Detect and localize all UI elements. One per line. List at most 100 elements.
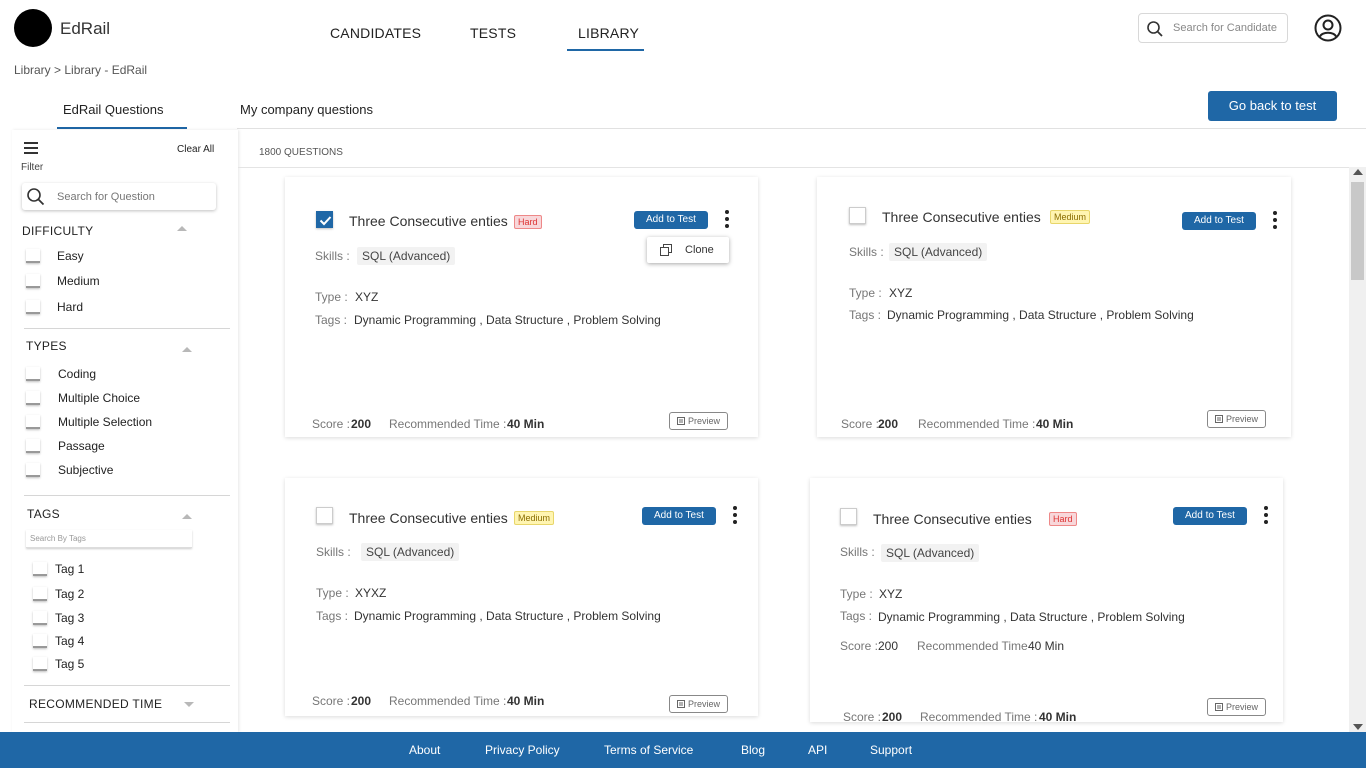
recommended-time-section-title: RECOMMENDED TIME xyxy=(29,697,163,711)
go-back-to-test-button[interactable]: Go back to test xyxy=(1208,91,1337,121)
question-search-input[interactable]: Search for Question xyxy=(22,183,216,210)
type-coding-checkbox[interactable] xyxy=(26,367,40,381)
tab-company-questions[interactable]: My company questions xyxy=(240,102,373,117)
question-select-checkbox[interactable] xyxy=(316,507,333,524)
logo-text[interactable]: EdRail xyxy=(60,19,110,39)
filter-sidebar: Filter Clear All Search for Question DIF… xyxy=(12,130,238,732)
tags-collapse-icon[interactable] xyxy=(182,514,192,519)
question-select-checkbox[interactable] xyxy=(316,211,333,228)
footer-link-terms-of-service[interactable]: Terms of Service xyxy=(604,743,693,757)
main-scrollbar[interactable] xyxy=(1349,167,1366,732)
add-to-test-button[interactable]: Add to Test xyxy=(1182,212,1256,230)
nav-tests[interactable]: TESTS xyxy=(470,25,516,41)
skill-chip: SQL (Advanced) xyxy=(357,247,456,265)
types-collapse-icon[interactable] xyxy=(182,347,192,352)
tag-5-checkbox[interactable] xyxy=(33,657,47,671)
add-to-test-button[interactable]: Add to Test xyxy=(642,507,716,525)
candidate-search-input[interactable]: Search for Candidate xyxy=(1138,13,1288,43)
footer-link-api[interactable]: API xyxy=(808,743,827,757)
scroll-up-arrow-icon[interactable] xyxy=(1353,169,1363,175)
footer-link-privacy-policy[interactable]: Privacy Policy xyxy=(485,743,560,757)
score-label: Score : xyxy=(841,417,880,431)
preview-button[interactable]: Preview xyxy=(669,695,729,713)
question-card[interactable]: Three Consecutive enties Hard Add to Tes… xyxy=(810,478,1283,724)
clone-menu[interactable]: Clone xyxy=(647,237,729,263)
logo-icon[interactable] xyxy=(14,9,52,47)
user-account-icon[interactable] xyxy=(1314,14,1342,47)
recommended-time-value: 40 Min xyxy=(507,694,545,708)
footer-link-support[interactable]: Support xyxy=(870,743,912,757)
difficulty-medium-checkbox[interactable] xyxy=(26,274,40,288)
more-options-icon[interactable] xyxy=(724,210,730,230)
skills-label: Skills : xyxy=(840,545,875,559)
recommended-time-label: Recommended Time : xyxy=(389,694,507,708)
score-label: Score : xyxy=(840,639,879,653)
document-icon xyxy=(677,417,685,425)
question-title[interactable]: Three Consecutive enties xyxy=(349,510,508,526)
type-subjective-label: Subjective xyxy=(58,463,114,477)
more-options-icon[interactable] xyxy=(1263,506,1269,526)
clear-all-button[interactable]: Clear All xyxy=(177,144,214,155)
more-options-icon[interactable] xyxy=(732,506,738,526)
recommended-time-expand-icon[interactable] xyxy=(184,702,194,707)
breadcrumb[interactable]: Library > Library - EdRail xyxy=(14,63,147,77)
preview-label: Preview xyxy=(688,416,721,426)
preview-button[interactable]: Preview xyxy=(669,412,729,430)
question-card[interactable]: Three Consecutive enties Hard Add to Tes… xyxy=(285,177,758,437)
skill-chip: SQL (Advanced) xyxy=(361,543,460,561)
tags-value: Dynamic Programming , Data Structure , P… xyxy=(887,308,1194,322)
preview-button[interactable]: Preview xyxy=(1207,410,1267,428)
type-subjective-checkbox[interactable] xyxy=(26,463,40,477)
search-icon xyxy=(1147,21,1163,37)
menu-icon[interactable] xyxy=(24,142,38,154)
nav-candidates[interactable]: CANDIDATES xyxy=(330,25,421,41)
tag-search-input[interactable]: Search By Tags xyxy=(26,530,192,548)
difficulty-hard-checkbox[interactable] xyxy=(26,300,40,314)
difficulty-badge: Hard xyxy=(514,215,542,229)
sidebar-divider xyxy=(24,328,230,329)
more-options-icon[interactable] xyxy=(1272,211,1278,231)
sidebar-divider xyxy=(24,685,230,686)
skill-chip: SQL (Advanced) xyxy=(881,544,980,562)
question-title[interactable]: Three Consecutive enties xyxy=(349,213,508,229)
tab-edrail-questions[interactable]: EdRail Questions xyxy=(63,102,163,117)
clone-menu-item[interactable]: Clone xyxy=(685,244,714,256)
skills-label: Skills : xyxy=(316,545,351,559)
type-value: XYXZ xyxy=(355,586,387,600)
question-select-checkbox[interactable] xyxy=(840,508,857,525)
difficulty-hard-label: Hard xyxy=(57,300,84,314)
question-title[interactable]: Three Consecutive enties xyxy=(882,209,1041,225)
tag-3-checkbox[interactable] xyxy=(33,611,47,625)
score-label: Score : xyxy=(843,710,882,724)
tag-1-checkbox[interactable] xyxy=(33,562,47,576)
add-to-test-button[interactable]: Add to Test xyxy=(1173,507,1247,525)
tag-2-checkbox[interactable] xyxy=(33,587,47,601)
difficulty-easy-checkbox[interactable] xyxy=(26,249,40,263)
score-value: 200 xyxy=(351,694,372,708)
recommended-time-value: 40 Min xyxy=(507,417,545,431)
footer-link-blog[interactable]: Blog xyxy=(741,743,765,757)
scroll-down-arrow-icon[interactable] xyxy=(1353,724,1363,730)
question-card[interactable]: Three Consecutive enties Medium Add to T… xyxy=(285,478,758,716)
tag-4-checkbox[interactable] xyxy=(33,634,47,648)
nav-library[interactable]: LIBRARY xyxy=(578,25,639,41)
type-multiple-choice-label: Multiple Choice xyxy=(58,391,141,405)
tags-label: Tags : xyxy=(316,609,349,623)
difficulty-collapse-icon[interactable] xyxy=(177,226,187,231)
main-divider xyxy=(238,167,1349,168)
question-select-checkbox[interactable] xyxy=(849,207,866,224)
preview-button[interactable]: Preview xyxy=(1207,698,1267,716)
type-value: XYZ xyxy=(355,290,379,304)
question-card[interactable]: Three Consecutive enties Medium Add to T… xyxy=(817,177,1291,437)
add-to-test-button[interactable]: Add to Test xyxy=(634,211,708,229)
type-multiple-selection-checkbox[interactable] xyxy=(26,415,40,429)
type-multiple-choice-checkbox[interactable] xyxy=(26,391,40,405)
type-passage-checkbox[interactable] xyxy=(26,439,40,453)
tab-active-indicator xyxy=(57,127,187,129)
question-title[interactable]: Three Consecutive enties xyxy=(873,511,1032,527)
score-value: 200 xyxy=(351,417,372,431)
footer-link-about[interactable]: About xyxy=(409,743,440,757)
scrollbar-thumb[interactable] xyxy=(1351,182,1364,280)
type-passage-label: Passage xyxy=(58,439,105,453)
type-coding-label: Coding xyxy=(58,367,97,381)
